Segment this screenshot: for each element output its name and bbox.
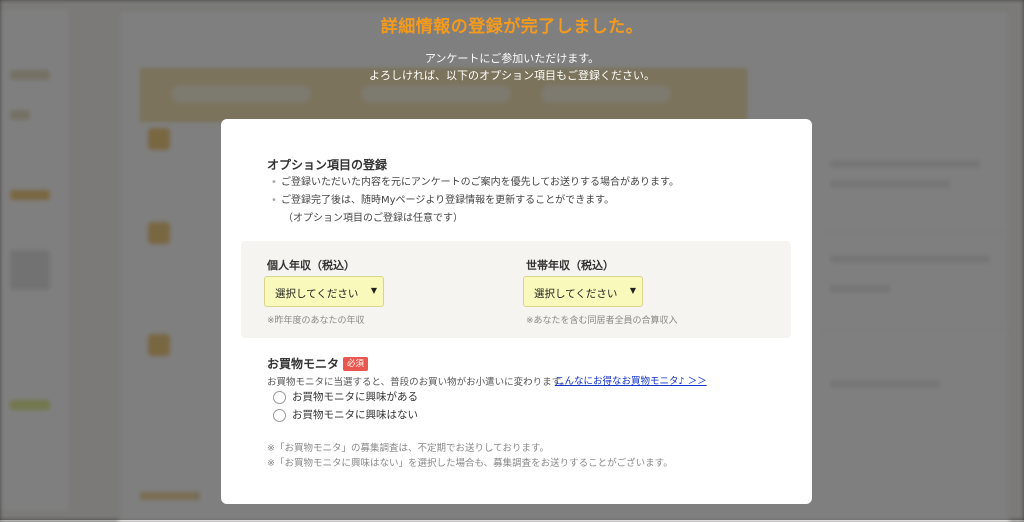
options-modal: オプション項目の登録 • ご登録いただいた内容を元にアンケートのご案内を優先してお… [221, 119, 812, 504]
page-title: 詳細情報の登録が完了しました。 [380, 17, 644, 37]
household-income-label: 世帯年収（税込） [526, 259, 614, 272]
options-optional-note: （オプション項目のご登録は任意です） [283, 213, 463, 224]
options-bullet: • ご登録いただいた内容を元にアンケートのご案内を優先してお送りする場合があります… [271, 177, 679, 188]
monitor-footnote: ※「お買物モニタに興味はない」を選択した場合も、募集調査をお送りすることがござい… [267, 458, 673, 469]
radio-circle-icon[interactable] [273, 408, 286, 422]
radio-label: お買物モニタに興味がある [292, 391, 418, 403]
radio-circle-icon[interactable] [273, 390, 286, 404]
required-badge: 必須 [343, 357, 369, 371]
subtitle-line-2: よろしければ、以下のオプション項目もご登録ください。 [369, 69, 655, 82]
radio-monitor-interested[interactable]: お買物モニタに興味がある [273, 389, 418, 404]
radio-monitor-not-interested[interactable]: お買物モニタに興味はない [273, 407, 418, 422]
dot-icon: • [271, 195, 277, 206]
income-panel: 個人年収（税込） 選択してください ▼ ※昨年度のあなたの年収 世帯年収（税込）… [241, 241, 791, 338]
caret-down-icon: ▼ [370, 286, 377, 295]
caret-down-icon: ▼ [629, 286, 636, 295]
radio-label: お買物モニタに興味はない [292, 409, 418, 421]
shopping-monitor-description: お買物モニタに当選すると、普段のお買い物がお小遣いに変わります。 [267, 377, 570, 388]
household-income-selected-value: 選択してください [534, 288, 618, 300]
personal-income-selected-value: 選択してください [275, 288, 359, 300]
subtitle-line-1: アンケートにご参加いただけます。 [424, 52, 600, 65]
monitor-footnote: ※「お買物モニタ」の募集調査は、不定期でお送りしております。 [267, 443, 549, 454]
options-section-title: オプション項目の登録 [267, 158, 388, 172]
personal-income-label: 個人年収（税込） [267, 259, 355, 272]
household-income-select[interactable]: 選択してください ▼ [523, 276, 643, 307]
household-income-note: ※あなたを含む同居者全員の合算収入 [526, 316, 678, 326]
personal-income-note: ※昨年度のあなたの年収 [267, 316, 365, 326]
personal-income-select[interactable]: 選択してください ▼ [264, 276, 384, 307]
shopping-monitor-title: お買物モニタ [267, 357, 340, 371]
shopping-monitor-link[interactable]: こんなにお得なお買物モニタ♪ ＞＞ [555, 373, 707, 387]
dot-icon: • [271, 177, 277, 188]
options-bullet: • ご登録完了後は、随時Myページより登録情報を更新することができます。 [271, 195, 615, 206]
